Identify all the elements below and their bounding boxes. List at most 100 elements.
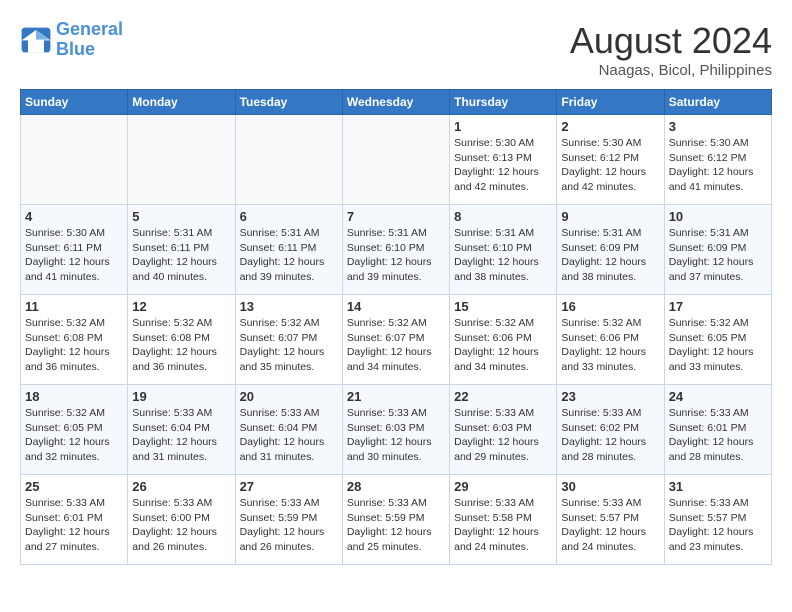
day-info: Sunrise: 5:30 AM Sunset: 6:12 PM Dayligh… (561, 136, 659, 195)
day-info: Sunrise: 5:31 AM Sunset: 6:11 PM Dayligh… (132, 226, 230, 285)
calendar-table: SundayMondayTuesdayWednesdayThursdayFrid… (20, 89, 772, 565)
logo: General Blue (20, 20, 123, 60)
day-number: 2 (561, 119, 659, 134)
day-info: Sunrise: 5:33 AM Sunset: 6:00 PM Dayligh… (132, 496, 230, 555)
day-info: Sunrise: 5:33 AM Sunset: 6:03 PM Dayligh… (347, 406, 445, 465)
calendar-cell: 26Sunrise: 5:33 AM Sunset: 6:00 PM Dayli… (128, 475, 235, 565)
day-number: 24 (669, 389, 767, 404)
day-number: 23 (561, 389, 659, 404)
day-number: 20 (240, 389, 338, 404)
calendar-cell: 24 Sunrise: 5:33 AM Sunset: 6:01 PM Dayli… (664, 385, 771, 475)
calendar-cell: 20 Sunrise: 5:33 AM Sunset: 6:04 PM Dayli… (235, 385, 342, 475)
week-row-2: 11 Sunrise: 5:32 AM Sunset: 6:08 PM Dayli… (21, 295, 772, 385)
calendar-cell: 30 Sunrise: 5:33 AM Sunset: 5:57 PM Dayli… (557, 475, 664, 565)
calendar-cell: 7 Sunrise: 5:31 AM Sunset: 6:10 PM Daylig… (342, 205, 449, 295)
day-info: Sunrise: 5:31 AM Sunset: 6:11 PM Dayligh… (240, 226, 338, 285)
logo-general: General (56, 19, 123, 39)
day-number: 29 (454, 479, 552, 494)
day-info: Sunrise: 5:33 AM Sunset: 6:02 PM Dayligh… (561, 406, 659, 465)
day-info: Sunrise: 5:31 AM Sunset: 6:10 PM Dayligh… (347, 226, 445, 285)
day-info: Sunrise: 5:33 AM Sunset: 5:59 PM Dayligh… (240, 496, 338, 555)
day-info: Sunrise: 5:32 AM Sunset: 6:08 PM Dayligh… (25, 316, 123, 375)
day-number: 14 (347, 299, 445, 314)
day-number: 30 (561, 479, 659, 494)
day-number: 10 (669, 209, 767, 224)
logo-icon (20, 26, 52, 54)
day-info: Sunrise: 5:31 AM Sunset: 6:09 PM Dayligh… (669, 226, 767, 285)
day-number: 28 (347, 479, 445, 494)
day-number: 18 (25, 389, 123, 404)
day-number: 15 (454, 299, 552, 314)
calendar-cell: 29 Sunrise: 5:33 AM Sunset: 5:58 PM Dayli… (450, 475, 557, 565)
month-title: August 2024 (570, 20, 772, 62)
calendar-cell: 23 Sunrise: 5:33 AM Sunset: 6:02 PM Dayli… (557, 385, 664, 475)
header-day-sunday: Sunday (21, 90, 128, 115)
calendar-cell: 31Sunrise: 5:33 AM Sunset: 5:57 PM Dayli… (664, 475, 771, 565)
calendar-cell (235, 115, 342, 205)
calendar-cell: 10 Sunrise: 5:31 AM Sunset: 6:09 PM Dayli… (664, 205, 771, 295)
calendar-cell: 12Sunrise: 5:32 AM Sunset: 6:08 PM Dayli… (128, 295, 235, 385)
day-number: 17 (669, 299, 767, 314)
day-info: Sunrise: 5:32 AM Sunset: 6:07 PM Dayligh… (347, 316, 445, 375)
day-number: 9 (561, 209, 659, 224)
day-number: 1 (454, 119, 552, 134)
week-row-4: 25 Sunrise: 5:33 AM Sunset: 6:01 PM Dayli… (21, 475, 772, 565)
header-day-wednesday: Wednesday (342, 90, 449, 115)
day-info: Sunrise: 5:33 AM Sunset: 6:03 PM Dayligh… (454, 406, 552, 465)
calendar-cell: 11 Sunrise: 5:32 AM Sunset: 6:08 PM Dayli… (21, 295, 128, 385)
day-number: 5 (132, 209, 230, 224)
day-info: Sunrise: 5:33 AM Sunset: 6:04 PM Dayligh… (240, 406, 338, 465)
day-number: 11 (25, 299, 123, 314)
calendar-cell: 22 Sunrise: 5:33 AM Sunset: 6:03 PM Dayli… (450, 385, 557, 475)
calendar-cell: 28Sunrise: 5:33 AM Sunset: 5:59 PM Dayli… (342, 475, 449, 565)
calendar-cell: 1 Sunrise: 5:30 AM Sunset: 6:13 PM Daylig… (450, 115, 557, 205)
day-number: 19 (132, 389, 230, 404)
day-number: 4 (25, 209, 123, 224)
header-day-thursday: Thursday (450, 90, 557, 115)
header-day-monday: Monday (128, 90, 235, 115)
day-number: 27 (240, 479, 338, 494)
day-info: Sunrise: 5:32 AM Sunset: 6:05 PM Dayligh… (669, 316, 767, 375)
calendar-cell: 17 Sunrise: 5:32 AM Sunset: 6:05 PM Dayli… (664, 295, 771, 385)
calendar-cell (128, 115, 235, 205)
calendar-header: SundayMondayTuesdayWednesdayThursdayFrid… (21, 90, 772, 115)
day-info: Sunrise: 5:30 AM Sunset: 6:13 PM Dayligh… (454, 136, 552, 195)
day-info: Sunrise: 5:32 AM Sunset: 6:06 PM Dayligh… (561, 316, 659, 375)
day-info: Sunrise: 5:33 AM Sunset: 5:58 PM Dayligh… (454, 496, 552, 555)
day-info: Sunrise: 5:32 AM Sunset: 6:05 PM Dayligh… (25, 406, 123, 465)
logo-text: General Blue (56, 20, 123, 60)
calendar-cell (342, 115, 449, 205)
title-block: August 2024 Naagas, Bicol, Philippines (570, 20, 772, 79)
calendar-cell: 3Sunrise: 5:30 AM Sunset: 6:12 PM Daylig… (664, 115, 771, 205)
calendar-cell: 16Sunrise: 5:32 AM Sunset: 6:06 PM Dayli… (557, 295, 664, 385)
location: Naagas, Bicol, Philippines (570, 62, 772, 79)
day-info: Sunrise: 5:33 AM Sunset: 6:01 PM Dayligh… (669, 406, 767, 465)
calendar-cell: 2 Sunrise: 5:30 AM Sunset: 6:12 PM Daylig… (557, 115, 664, 205)
header-day-tuesday: Tuesday (235, 90, 342, 115)
day-number: 22 (454, 389, 552, 404)
week-row-3: 18 Sunrise: 5:32 AM Sunset: 6:05 PM Dayli… (21, 385, 772, 475)
calendar-body: 1 Sunrise: 5:30 AM Sunset: 6:13 PM Daylig… (21, 115, 772, 565)
day-info: Sunrise: 5:33 AM Sunset: 5:57 PM Dayligh… (561, 496, 659, 555)
day-info: Sunrise: 5:30 AM Sunset: 6:12 PM Dayligh… (669, 136, 767, 195)
calendar-cell: 27 Sunrise: 5:33 AM Sunset: 5:59 PM Dayli… (235, 475, 342, 565)
calendar-cell: 13Sunrise: 5:32 AM Sunset: 6:07 PM Dayli… (235, 295, 342, 385)
calendar-cell: 21Sunrise: 5:33 AM Sunset: 6:03 PM Dayli… (342, 385, 449, 475)
calendar-cell: 9Sunrise: 5:31 AM Sunset: 6:09 PM Daylig… (557, 205, 664, 295)
day-number: 8 (454, 209, 552, 224)
day-info: Sunrise: 5:32 AM Sunset: 6:08 PM Dayligh… (132, 316, 230, 375)
calendar-cell: 6 Sunrise: 5:31 AM Sunset: 6:11 PM Daylig… (235, 205, 342, 295)
calendar-cell: 5 Sunrise: 5:31 AM Sunset: 6:11 PM Daylig… (128, 205, 235, 295)
day-number: 25 (25, 479, 123, 494)
calendar-cell: 15Sunrise: 5:32 AM Sunset: 6:06 PM Dayli… (450, 295, 557, 385)
week-row-1: 4Sunrise: 5:30 AM Sunset: 6:11 PM Daylig… (21, 205, 772, 295)
logo-blue: Blue (56, 40, 123, 60)
header-day-saturday: Saturday (664, 90, 771, 115)
day-info: Sunrise: 5:31 AM Sunset: 6:10 PM Dayligh… (454, 226, 552, 285)
day-number: 6 (240, 209, 338, 224)
calendar-cell (21, 115, 128, 205)
day-info: Sunrise: 5:33 AM Sunset: 6:01 PM Dayligh… (25, 496, 123, 555)
day-number: 7 (347, 209, 445, 224)
day-info: Sunrise: 5:33 AM Sunset: 6:04 PM Dayligh… (132, 406, 230, 465)
page-header: General Blue August 2024 Naagas, Bicol, … (20, 20, 772, 79)
